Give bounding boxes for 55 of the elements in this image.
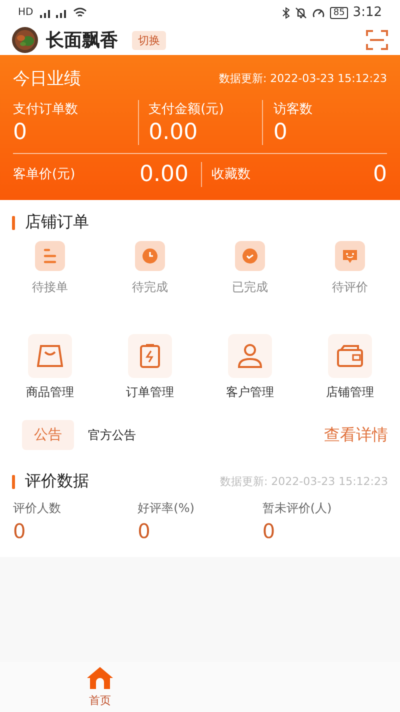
- stat-value: 0.00: [140, 162, 188, 186]
- section-title: 店铺订单: [25, 212, 89, 233]
- scan-icon[interactable]: [366, 30, 388, 50]
- stat-label: 支付订单数: [13, 101, 79, 118]
- stat-value: 0: [373, 162, 387, 186]
- switch-button[interactable]: 切换: [132, 30, 166, 50]
- stat-value: 0.00: [148, 120, 199, 145]
- view-details-link[interactable]: 查看详情: [324, 424, 388, 446]
- section-title: 评价数据: [25, 471, 89, 492]
- panel-title: 今日业绩: [13, 68, 81, 90]
- stat-value: 0: [262, 519, 276, 543]
- shop-name: 长面飘香: [46, 29, 118, 52]
- bell-muted-icon: [295, 6, 308, 18]
- speedometer-icon: [312, 6, 326, 18]
- management-item[interactable]: 店铺管理: [300, 334, 400, 401]
- home-icon: [86, 666, 114, 690]
- tab-item[interactable]: 首页: [0, 662, 200, 712]
- section-marker: [12, 216, 15, 230]
- stat-value: 0: [13, 120, 28, 145]
- stat-label: 暂未评价(人): [262, 500, 333, 517]
- order-status-item[interactable]: 待接单: [0, 241, 100, 296]
- clipboard-icon: [139, 343, 161, 369]
- person-icon: [237, 343, 263, 369]
- stat-label: 客单价(元): [13, 166, 76, 183]
- management-item[interactable]: 商品管理: [0, 334, 100, 401]
- stat-value: 0: [13, 519, 27, 543]
- order-status-item[interactable]: 待评价: [300, 241, 400, 296]
- stat-label: 收藏数: [212, 166, 250, 183]
- clock-time: 3:12: [352, 5, 382, 20]
- stat-label: 好评率(%): [138, 500, 196, 517]
- check-icon: [242, 248, 258, 264]
- management-item[interactable]: 客户管理: [200, 334, 300, 401]
- notice-tag: 公告: [22, 420, 74, 450]
- section-marker: [12, 474, 15, 488]
- stat-label: 评价人数: [13, 500, 62, 517]
- notice-text: 官方公告: [88, 426, 136, 444]
- stat-label: 支付金额(元): [148, 101, 225, 118]
- clock-icon: [142, 248, 158, 264]
- hd-indicator: HD: [18, 7, 34, 18]
- wallet-icon: [337, 345, 363, 367]
- update-time: 数据更新: 2022-03-23 15:12:23: [218, 71, 387, 86]
- list-icon: [42, 248, 58, 264]
- signal-icon: [38, 8, 68, 18]
- management-item[interactable]: 订单管理: [100, 334, 200, 401]
- battery-level: 85: [330, 6, 348, 18]
- bag-icon: [37, 344, 63, 368]
- stat-label: 访客数: [273, 101, 314, 118]
- chat-icon: [342, 248, 358, 264]
- bluetooth-icon: [282, 6, 290, 18]
- stat-value: 0: [138, 519, 152, 543]
- order-status-item[interactable]: 待完成: [100, 241, 200, 296]
- order-status-item[interactable]: 已完成: [200, 241, 300, 296]
- wifi-icon: [73, 7, 88, 18]
- update-time: 数据更新: 2022-03-23 15:12:23: [220, 474, 388, 489]
- stat-value: 0: [273, 120, 288, 145]
